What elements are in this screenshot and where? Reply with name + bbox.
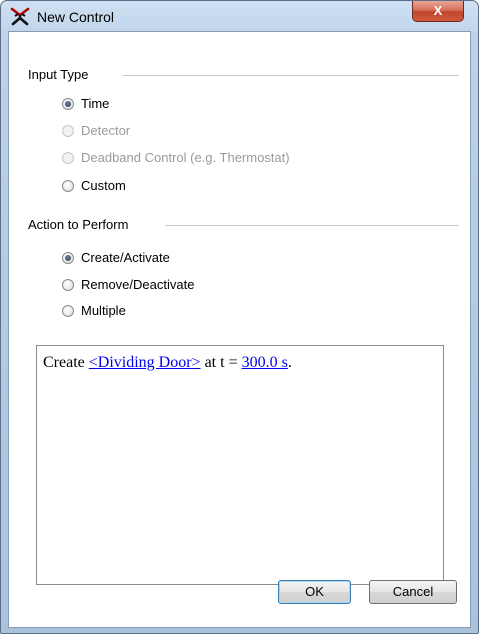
radio-deadband-button: [62, 152, 74, 164]
radio-multiple-button[interactable]: [62, 305, 74, 317]
title-bar[interactable]: New Control X: [1, 1, 478, 31]
radio-remove-deactivate-label: Remove/Deactivate: [81, 277, 195, 292]
close-icon: X: [433, 3, 443, 18]
action-heading: Action to Perform: [28, 217, 129, 232]
dialog-content: Input Type Time Detector Deadband Contro…: [8, 31, 471, 628]
radio-custom-button[interactable]: [62, 180, 74, 192]
close-button[interactable]: X: [412, 1, 464, 22]
summary-middle: at t =: [200, 354, 242, 371]
control-summary-panel: Create <Dividing Door> at t = 300.0 s.: [36, 345, 444, 585]
radio-create-activate-button[interactable]: [62, 252, 74, 264]
radio-multiple-label: Multiple: [81, 303, 126, 318]
ok-button[interactable]: OK: [278, 580, 351, 604]
app-logo-icon: [10, 7, 30, 26]
radio-deadband-label: Deadband Control (e.g. Thermostat): [81, 150, 290, 165]
input-type-heading: Input Type: [28, 67, 89, 82]
summary-suffix: .: [287, 354, 292, 371]
object-link[interactable]: <Dividing Door>: [89, 354, 201, 371]
radio-remove-deactivate-button[interactable]: [62, 279, 74, 291]
action-divider: [165, 225, 459, 226]
radio-time-label: Time: [81, 96, 110, 111]
radio-detector-button: [62, 125, 74, 137]
radio-detector-label: Detector: [81, 123, 131, 138]
radio-time-button[interactable]: [62, 98, 74, 110]
summary-prefix: Create: [43, 354, 89, 371]
input-type-divider: [123, 75, 459, 76]
time-link[interactable]: 300.0 s: [242, 354, 288, 371]
cancel-button[interactable]: Cancel: [369, 580, 457, 604]
radio-custom-label: Custom: [81, 178, 126, 193]
dialog-window: New Control X Input Type Time Detector D…: [0, 0, 479, 634]
window-title: New Control: [37, 9, 115, 25]
radio-create-activate-label: Create/Activate: [81, 250, 170, 265]
control-summary-text: Create <Dividing Door> at t = 300.0 s.: [43, 354, 292, 372]
